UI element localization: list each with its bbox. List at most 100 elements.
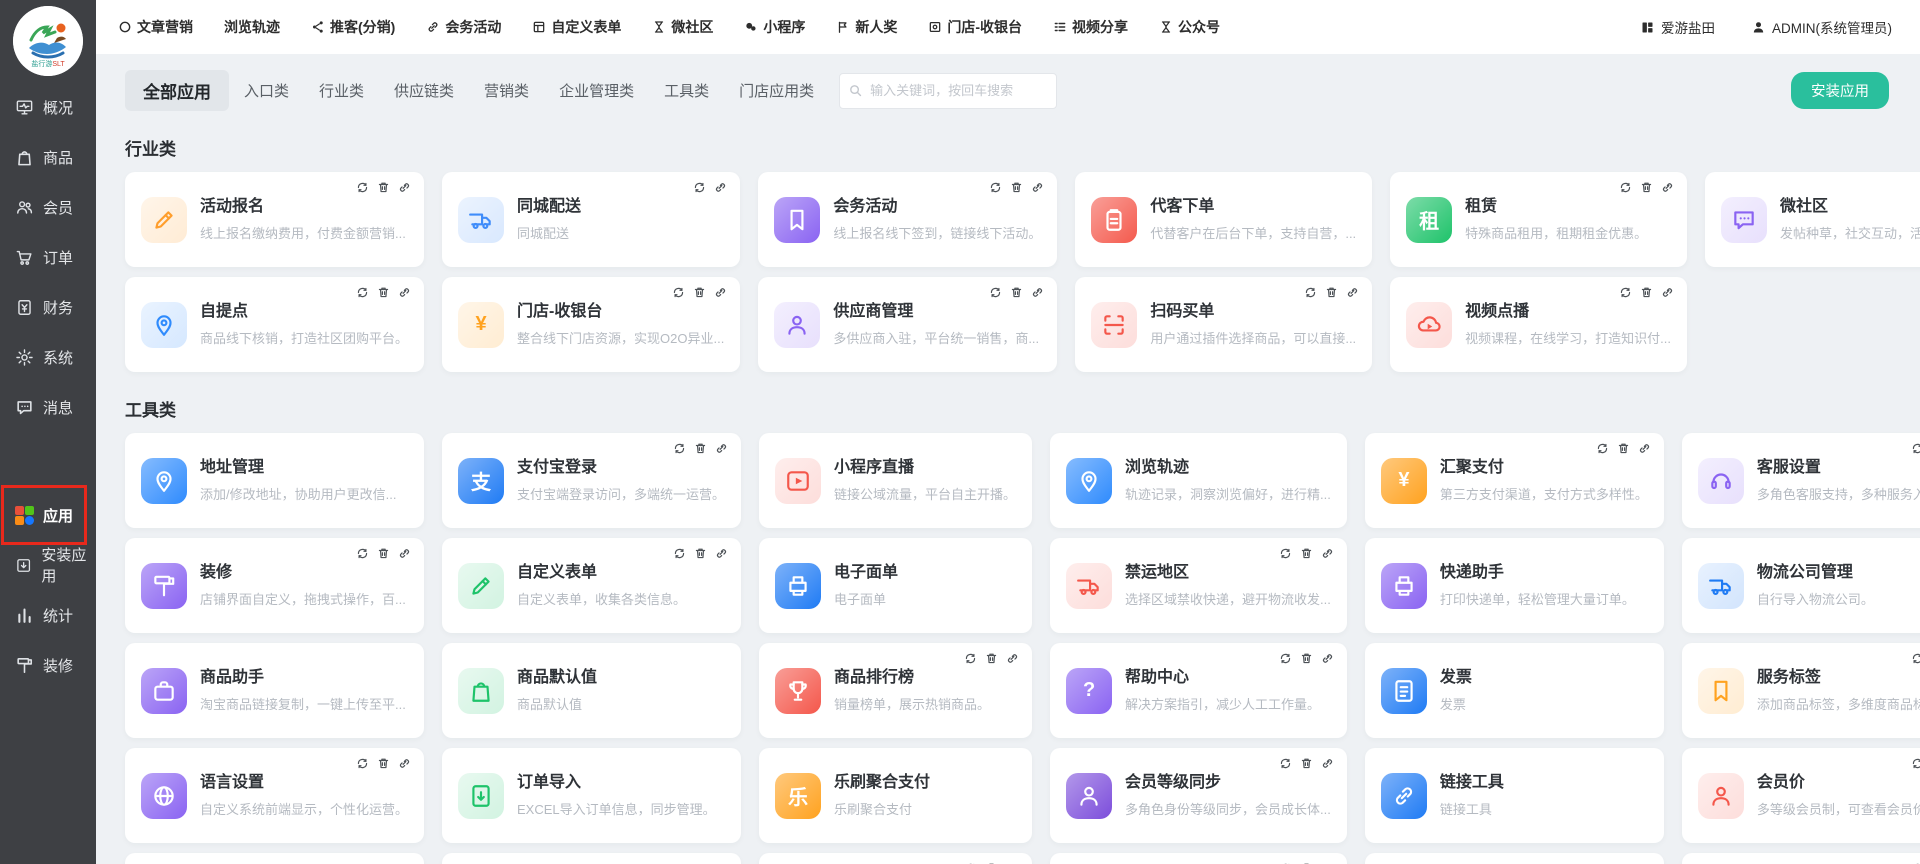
- sync-icon[interactable]: [1619, 286, 1632, 299]
- app-card[interactable]: 商品排行榜 销量榜单，展示热销商品。: [759, 643, 1032, 738]
- topnav-item-store-cashier[interactable]: 门店-收银台: [928, 17, 1022, 37]
- link-icon[interactable]: [398, 181, 411, 194]
- app-card[interactable]: 会务活动 线上报名线下签到，链接线下活动。: [758, 172, 1057, 267]
- sync-icon[interactable]: [1911, 652, 1920, 665]
- app-card[interactable]: 发票 发票: [1365, 643, 1664, 738]
- uninstall-icon[interactable]: [985, 652, 998, 665]
- link-icon[interactable]: [1031, 181, 1044, 194]
- sync-icon[interactable]: [672, 286, 685, 299]
- app-card[interactable]: 视频点播 视频课程，在线学习，打造知识付...: [1390, 277, 1687, 372]
- app-card[interactable]: 自定义表单 自定义表单，收集各类信息。: [442, 538, 741, 633]
- app-card[interactable]: 语言设置 自定义系统前端显示，个性化运营。: [125, 748, 424, 843]
- sidebar-item-decorate[interactable]: 装修: [0, 640, 96, 690]
- tab-marketing[interactable]: 营销类: [469, 71, 544, 110]
- uninstall-icon[interactable]: [377, 286, 390, 299]
- topnav-item-video-share[interactable]: 视频分享: [1053, 17, 1128, 37]
- sync-icon[interactable]: [1911, 442, 1920, 455]
- app-card[interactable]: 统计: [1365, 853, 1664, 864]
- app-card[interactable]: 商品助手 淘宝商品链接复制，一键上传至平...: [125, 643, 424, 738]
- topnav-item-browse-history[interactable]: 浏览轨迹: [224, 17, 280, 37]
- uninstall-icon[interactable]: [1010, 286, 1023, 299]
- sync-icon[interactable]: [1596, 442, 1609, 455]
- app-card[interactable]: 活动报名 线上报名缴纳费用，付费金额营销...: [125, 172, 424, 267]
- link-icon[interactable]: [1006, 652, 1019, 665]
- sidebar-item-overview[interactable]: 概况: [0, 82, 96, 132]
- topnav-item-conference[interactable]: 会务活动: [426, 17, 501, 37]
- app-card[interactable]: 装修 店铺界面自定义，拖拽式操作，百...: [125, 538, 424, 633]
- topnav-item-mini-program[interactable]: 小程序: [744, 17, 805, 37]
- sidebar-item-goods[interactable]: 商品: [0, 132, 96, 182]
- app-card[interactable]: 地址管理 添加/修改地址，协助用户更改信...: [125, 433, 424, 528]
- uninstall-icon[interactable]: [377, 181, 390, 194]
- uninstall-icon[interactable]: [1300, 547, 1313, 560]
- sidebar-item-members[interactable]: 会员: [0, 182, 96, 232]
- sidebar-item-messages[interactable]: 消息: [0, 382, 96, 432]
- sync-icon[interactable]: [356, 757, 369, 770]
- link-icon[interactable]: [1321, 757, 1334, 770]
- app-card[interactable]: 短链接生成: [1682, 853, 1920, 864]
- sidebar-item-stats[interactable]: 统计: [0, 590, 96, 640]
- sync-icon[interactable]: [356, 547, 369, 560]
- app-card[interactable]: 客服设置 多角色客服支持，多种服务入口。: [1682, 433, 1920, 528]
- uninstall-icon[interactable]: [1010, 181, 1023, 194]
- uninstall-icon[interactable]: [377, 757, 390, 770]
- link-icon[interactable]: [1031, 286, 1044, 299]
- sidebar-item-orders[interactable]: 订单: [0, 232, 96, 282]
- app-card[interactable]: 商品默认值 商品默认值: [442, 643, 741, 738]
- topbar-tenant[interactable]: 爱游盐田: [1640, 17, 1715, 37]
- app-card[interactable]: 支付管理: [442, 853, 741, 864]
- sync-icon[interactable]: [693, 181, 706, 194]
- search-input[interactable]: [839, 73, 1057, 109]
- topnav-item-distribution[interactable]: 推客(分销): [311, 17, 395, 37]
- sync-icon[interactable]: [356, 286, 369, 299]
- sync-icon[interactable]: [1911, 757, 1920, 770]
- sidebar-item-install-apps[interactable]: 安装应用: [0, 540, 96, 590]
- link-icon[interactable]: [398, 757, 411, 770]
- tab-tools[interactable]: 工具类: [649, 71, 724, 110]
- sync-icon[interactable]: [964, 652, 977, 665]
- topnav-item-official-account[interactable]: 公众号: [1159, 17, 1220, 37]
- app-card[interactable]: 微社区 发帖种草，社交互动，活跃带货。: [1705, 172, 1920, 267]
- app-card[interactable]: 代客下单 代替客户在后台下单，支持自营，...: [1075, 172, 1372, 267]
- app-card[interactable]: 同城配送 同城配送: [442, 172, 740, 267]
- app-card[interactable]: 支 支付宝登录 支付宝端登录访问，多端统一运营。: [442, 433, 741, 528]
- sync-icon[interactable]: [989, 286, 1002, 299]
- uninstall-icon[interactable]: [1325, 286, 1338, 299]
- link-icon[interactable]: [1321, 547, 1334, 560]
- tab-entry[interactable]: 入口类: [229, 71, 304, 110]
- link-icon[interactable]: [398, 286, 411, 299]
- uninstall-icon[interactable]: [1640, 181, 1653, 194]
- topnav-item-micro-community[interactable]: 微社区: [652, 17, 713, 37]
- sync-icon[interactable]: [356, 181, 369, 194]
- sync-icon[interactable]: [1279, 757, 1292, 770]
- uninstall-icon[interactable]: [1300, 757, 1313, 770]
- link-icon[interactable]: [714, 181, 727, 194]
- app-card[interactable]: 订单导入 EXCEL导入订单信息，同步管理。: [442, 748, 741, 843]
- uninstall-icon[interactable]: [1617, 442, 1630, 455]
- tab-enterprise[interactable]: 企业管理类: [544, 71, 649, 110]
- app-card[interactable]: 电子面单 电子面单: [759, 538, 1032, 633]
- tab-all[interactable]: 全部应用: [125, 70, 229, 111]
- topnav-item-article-marketing[interactable]: 文章营销: [118, 17, 193, 37]
- app-card[interactable]: 禁运地区 选择区域禁收快递，避开物流收发...: [1050, 538, 1347, 633]
- uninstall-icon[interactable]: [1640, 286, 1653, 299]
- link-icon[interactable]: [1321, 652, 1334, 665]
- sidebar-item-finance[interactable]: 财务: [0, 282, 96, 332]
- install-app-button[interactable]: 安装应用: [1791, 72, 1889, 109]
- topnav-item-newcomer-reward[interactable]: 新人奖: [836, 17, 897, 37]
- app-card[interactable]: 物流公司管理 自行导入物流公司。: [1682, 538, 1920, 633]
- link-icon[interactable]: [1661, 286, 1674, 299]
- app-card[interactable]: 扫码买单 用户通过插件选择商品，可以直接...: [1075, 277, 1372, 372]
- uninstall-icon[interactable]: [694, 442, 707, 455]
- sidebar-item-system[interactable]: 系统: [0, 332, 96, 382]
- app-card[interactable]: 打印机: [759, 853, 1032, 864]
- app-card[interactable]: 多打印机: [125, 853, 424, 864]
- sidebar-item-apps[interactable]: 应用: [0, 490, 96, 540]
- sync-icon[interactable]: [1619, 181, 1632, 194]
- app-card[interactable]: 快递助手 打印快递单，轻松管理大量订单。: [1365, 538, 1664, 633]
- sync-icon[interactable]: [673, 442, 686, 455]
- app-card[interactable]: 店铺助手: [1050, 853, 1347, 864]
- app-card[interactable]: 乐 乐刷聚合支付 乐刷聚合支付: [759, 748, 1032, 843]
- sync-icon[interactable]: [1304, 286, 1317, 299]
- uninstall-icon[interactable]: [1300, 652, 1313, 665]
